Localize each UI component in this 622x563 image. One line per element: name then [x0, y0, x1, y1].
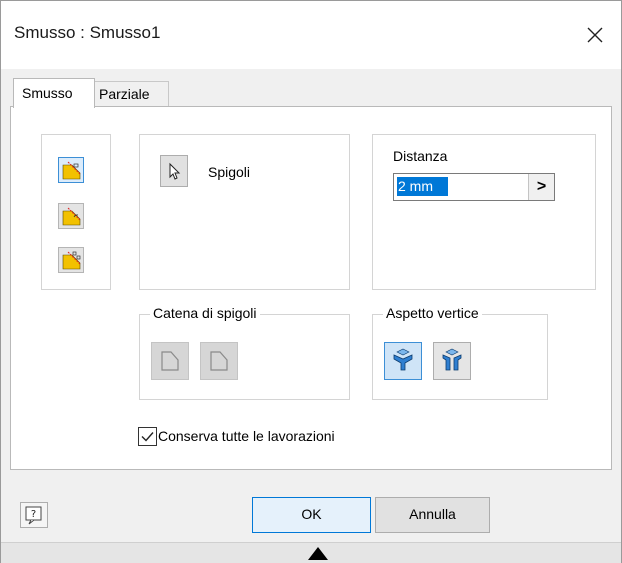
preserve-all-checkbox[interactable] — [138, 427, 157, 446]
window-title: Smusso : Smusso1 — [14, 23, 161, 42]
corner-setback-off-icon[interactable] — [384, 342, 422, 380]
triangle-up-icon[interactable] — [306, 545, 330, 561]
edges-selection-box: Spigoli — [139, 134, 350, 290]
corner-setback-label: Aspetto vertice — [383, 305, 482, 321]
all-edges-icon[interactable] — [151, 342, 189, 380]
edge-chain-label: Catena di spigoli — [150, 305, 260, 321]
single-edge-icon[interactable] — [200, 342, 238, 380]
edge-chain-group: Catena di spigoli — [139, 305, 350, 400]
tab-parziale[interactable]: Parziale — [93, 81, 169, 107]
distance-angle-chamfer-icon[interactable] — [58, 203, 84, 229]
ok-button[interactable]: OK — [252, 497, 371, 533]
expand-strip[interactable] — [1, 542, 621, 563]
close-icon[interactable] — [577, 17, 613, 53]
distance-value[interactable]: 2 mm — [397, 177, 448, 196]
distance-input[interactable]: 2 mm > — [393, 173, 555, 201]
tab-strip: Smusso Parziale — [1, 69, 621, 108]
tab-label: Parziale — [99, 86, 150, 102]
cancel-button[interactable]: Annulla — [375, 497, 490, 533]
tab-smusso[interactable]: Smusso — [13, 78, 95, 108]
svg-text:?: ? — [31, 509, 36, 520]
corner-setback-group: Aspetto vertice — [372, 305, 548, 400]
chamfer-dialog: Smusso : Smusso1 Smusso Parziale Spigoli… — [0, 0, 622, 563]
title-bar: Smusso : Smusso1 — [1, 1, 621, 69]
help-icon[interactable]: ? — [20, 502, 48, 528]
corner-setback-on-icon[interactable] — [433, 342, 471, 380]
tab-label: Smusso — [22, 85, 73, 101]
two-distances-chamfer-icon[interactable] — [58, 247, 84, 273]
cursor-arrow-icon[interactable] — [160, 155, 188, 187]
preserve-all-label[interactable]: Conserva tutte le lavorazioni — [158, 428, 335, 444]
edges-label: Spigoli — [208, 164, 251, 180]
distance-label: Distanza — [393, 148, 448, 164]
chamfer-mode-group — [41, 134, 111, 290]
tab-panel: Spigoli Distanza 2 mm > Catena di spigol… — [10, 106, 612, 470]
distance-chamfer-icon[interactable] — [58, 157, 84, 183]
distance-arrow-button[interactable]: > — [528, 174, 554, 200]
distance-box: Distanza 2 mm > — [372, 134, 596, 290]
